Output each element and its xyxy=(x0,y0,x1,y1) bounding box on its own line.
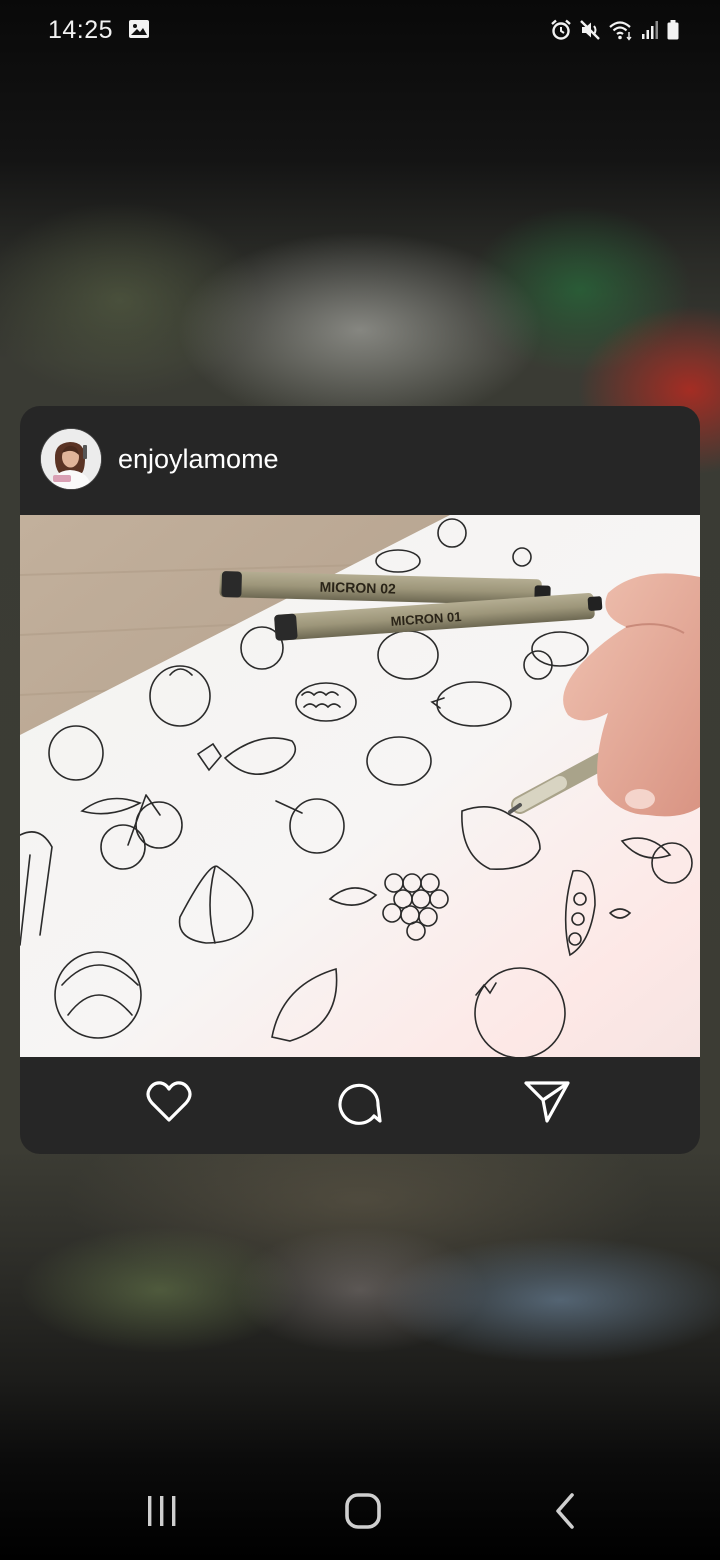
share-button[interactable] xyxy=(522,1079,572,1129)
home-button[interactable] xyxy=(338,1488,388,1538)
post-image: MICRON 02 MICRON 01 xyxy=(20,515,700,1057)
send-icon xyxy=(523,1079,571,1130)
battery-icon xyxy=(666,19,680,41)
svg-text:MICRON 02: MICRON 02 xyxy=(319,579,396,597)
like-button[interactable] xyxy=(144,1079,194,1129)
home-icon xyxy=(344,1492,382,1535)
username[interactable]: enjoylamome xyxy=(118,444,279,475)
status-bar: 14:25 xyxy=(0,0,720,60)
gallery-icon xyxy=(128,19,150,39)
comment-button[interactable] xyxy=(334,1079,384,1129)
recent-apps-icon xyxy=(145,1494,179,1533)
status-time: 14:25 xyxy=(48,16,114,44)
comment-icon xyxy=(336,1079,382,1130)
post-card[interactable]: enjoylamome MICRON 02 MICRON 01 xyxy=(20,406,700,1154)
wifi-icon xyxy=(608,19,634,41)
back-button[interactable] xyxy=(540,1488,590,1538)
signal-icon xyxy=(641,19,659,41)
alarm-icon xyxy=(550,19,572,41)
heart-icon xyxy=(145,1080,193,1129)
navigation-bar xyxy=(0,1460,720,1560)
mute-icon xyxy=(579,19,601,41)
profile-avatar[interactable] xyxy=(41,429,101,489)
post-actions xyxy=(20,1057,700,1154)
back-icon xyxy=(552,1492,578,1535)
post-header[interactable]: enjoylamome xyxy=(20,406,700,515)
status-icons xyxy=(550,17,680,43)
recent-apps-button[interactable] xyxy=(137,1488,187,1538)
